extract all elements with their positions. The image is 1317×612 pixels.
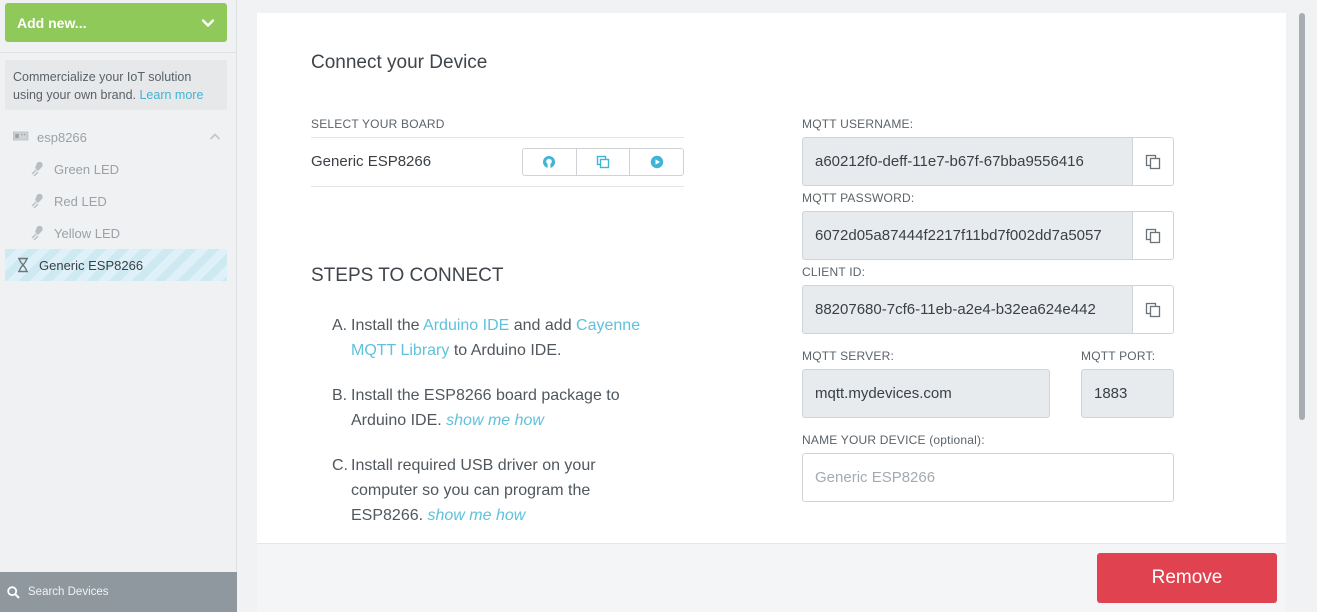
copy-icon bbox=[1145, 302, 1161, 318]
search-devices-label: Search Devices bbox=[28, 586, 109, 598]
copy-username-button[interactable] bbox=[1132, 137, 1174, 186]
board-divider-bottom bbox=[311, 186, 684, 187]
sidebar-item-label: Green LED bbox=[54, 161, 120, 177]
learn-more-link[interactable]: Learn more bbox=[139, 88, 203, 102]
sidebar: Add new... Commercialize your IoT soluti… bbox=[0, 0, 237, 612]
step-a: A. Install the Arduino IDE and add Cayen… bbox=[332, 313, 662, 363]
led-icon bbox=[30, 225, 46, 241]
show-me-how-link[interactable]: show me how bbox=[446, 412, 544, 429]
step-text: Install required USB driver on your comp… bbox=[351, 453, 662, 528]
mqtt-password-label: MQTT PASSWORD: bbox=[802, 191, 915, 205]
name-device-label-text: NAME YOUR DEVICE bbox=[802, 433, 926, 447]
play-video-button[interactable] bbox=[630, 149, 683, 175]
github-icon bbox=[542, 155, 556, 169]
mqtt-port-field[interactable]: 1883 bbox=[1081, 369, 1174, 418]
sidebar-item-label: Red LED bbox=[54, 193, 107, 209]
board-name: Generic ESP8266 bbox=[311, 153, 432, 170]
steps-title: STEPS TO CONNECT bbox=[311, 265, 504, 286]
board-icon bbox=[13, 129, 29, 145]
sidebar-item-generic-esp8266[interactable]: Generic ESP8266 bbox=[5, 249, 227, 281]
sidebar-divider bbox=[0, 52, 236, 53]
copy-client-id-button[interactable] bbox=[1132, 285, 1174, 334]
mqtt-port-label: MQTT PORT: bbox=[1081, 349, 1156, 363]
select-board-label: SELECT YOUR BOARD bbox=[311, 117, 445, 131]
sidebar-item-esp8266[interactable]: esp8266 bbox=[13, 121, 227, 153]
step-text: Install the ESP8266 board package to Ard… bbox=[351, 383, 662, 433]
arduino-ide-link[interactable]: Arduino IDE bbox=[423, 317, 509, 334]
step-b: B. Install the ESP8266 board package to … bbox=[332, 383, 662, 433]
copy-password-button[interactable] bbox=[1132, 211, 1174, 260]
add-new-label: Add new... bbox=[17, 14, 87, 31]
sidebar-item-label: Yellow LED bbox=[54, 225, 121, 241]
show-me-how-link[interactable]: show me how bbox=[428, 507, 526, 524]
sidebar-item-green-led[interactable]: Green LED bbox=[30, 153, 119, 185]
chevron-down-icon bbox=[201, 16, 215, 30]
copy-icon bbox=[1145, 228, 1161, 244]
sidebar-item-label: Generic ESP8266 bbox=[39, 257, 144, 273]
client-id-field[interactable]: 88207680-7cf6-11eb-a2e4-b32ea624e442 bbox=[802, 285, 1133, 334]
copy-icon bbox=[596, 155, 610, 169]
sidebar-item-label: esp8266 bbox=[37, 129, 87, 145]
remove-button[interactable]: Remove bbox=[1097, 553, 1277, 603]
github-button[interactable] bbox=[523, 149, 577, 175]
step-text: Install the Arduino IDE and add Cayenne … bbox=[351, 313, 662, 363]
scrollbar-thumb[interactable] bbox=[1299, 13, 1305, 420]
step-c: C. Install required USB driver on your c… bbox=[332, 453, 662, 528]
led-icon bbox=[30, 161, 46, 177]
mqtt-server-label: MQTT SERVER: bbox=[802, 349, 894, 363]
mqtt-username-label: MQTT USERNAME: bbox=[802, 117, 914, 131]
search-devices[interactable]: Search Devices bbox=[0, 572, 237, 612]
name-device-label: NAME YOUR DEVICE (optional): bbox=[802, 433, 985, 447]
add-new-button[interactable]: Add new... bbox=[5, 3, 227, 42]
optional-hint: (optional): bbox=[929, 433, 985, 447]
board-button-group bbox=[522, 148, 684, 176]
sidebar-item-red-led[interactable]: Red LED bbox=[30, 185, 107, 217]
mqtt-server-field[interactable]: mqtt.mydevices.com bbox=[802, 369, 1050, 418]
step-a-text-2: and add bbox=[509, 317, 577, 334]
mqtt-password-field[interactable]: 6072d05a87444f2217f11bd7f002dd7a5057 bbox=[802, 211, 1133, 260]
step-a-text-1: Install the bbox=[351, 317, 424, 334]
promo-box: Commercialize your IoT solution using yo… bbox=[5, 60, 227, 110]
copy-icon bbox=[1145, 154, 1161, 170]
client-id-label: CLIENT ID: bbox=[802, 265, 866, 279]
step-letter: A. bbox=[332, 317, 348, 334]
hourglass-icon bbox=[15, 257, 31, 273]
mqtt-username-field[interactable]: a60212f0-deff-11e7-b67f-67bba9556416 bbox=[802, 137, 1133, 186]
device-name-input[interactable] bbox=[802, 453, 1174, 502]
copy-code-button[interactable] bbox=[577, 149, 631, 175]
step-letter: C. bbox=[332, 457, 348, 474]
led-icon bbox=[30, 193, 46, 209]
sidebar-item-yellow-led[interactable]: Yellow LED bbox=[30, 217, 120, 249]
chevron-up-icon[interactable] bbox=[209, 131, 221, 143]
search-icon bbox=[7, 585, 20, 599]
page-title: Connect your Device bbox=[311, 52, 488, 73]
board-divider-top bbox=[311, 137, 684, 138]
play-icon bbox=[650, 155, 664, 169]
step-letter: B. bbox=[332, 387, 348, 404]
step-a-text-3: to Arduino IDE. bbox=[449, 342, 562, 359]
